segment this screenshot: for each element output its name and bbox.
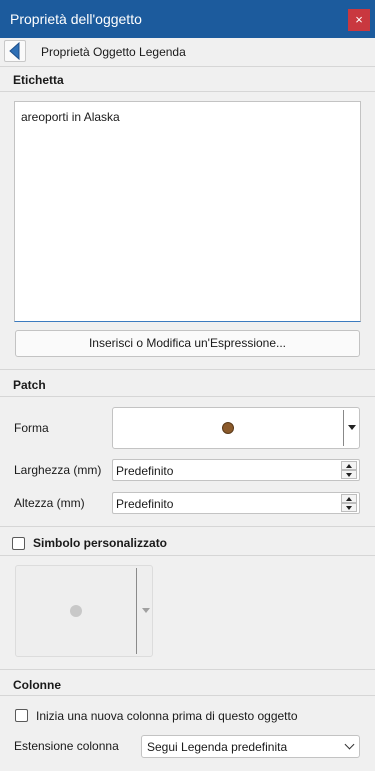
divider (0, 695, 375, 696)
chevron-down-icon (344, 739, 355, 750)
increment-icon[interactable] (341, 494, 357, 503)
custom-symbol-button[interactable] (15, 565, 153, 657)
columns-section-title: Colonne (13, 678, 61, 692)
dropdown-arrow-icon[interactable] (348, 425, 356, 430)
divider (0, 91, 375, 92)
label-section-title: Etichetta (13, 73, 64, 87)
divider (0, 526, 375, 527)
height-spinbox[interactable]: Predefinito (112, 492, 360, 514)
column-extension-select[interactable]: Segui Legenda predefinita (141, 735, 360, 758)
column-extension-value: Segui Legenda predefinita (147, 740, 288, 754)
patch-section-title: Patch (13, 378, 46, 392)
custom-symbol-title: Simbolo personalizzato (33, 536, 168, 550)
window-titlebar: Proprietà dell'oggetto (0, 0, 375, 38)
dropdown-arrow-icon[interactable] (142, 608, 150, 613)
label-text-value: areoporti in Alaska (21, 110, 120, 124)
patch-shape-symbol (222, 422, 234, 434)
window-title: Proprietà dell'oggetto (10, 11, 142, 27)
increment-icon[interactable] (341, 461, 357, 470)
custom-symbol-checkbox[interactable] (12, 537, 25, 550)
decrement-icon[interactable] (341, 470, 357, 479)
label-text-area[interactable]: areoporti in Alaska (14, 101, 361, 322)
column-extension-label: Estensione colonna (14, 739, 119, 753)
divider (0, 555, 375, 556)
divider (0, 66, 375, 67)
combo-divider (136, 568, 137, 654)
shape-combobox[interactable] (112, 407, 360, 449)
width-spinbox[interactable]: Predefinito (112, 459, 360, 481)
shape-label: Forma (14, 421, 49, 435)
back-arrow-icon (9, 41, 20, 61)
panel-title: Proprietà Oggetto Legenda (41, 45, 186, 59)
height-label: Altezza (mm) (14, 496, 85, 510)
close-button[interactable]: × (348, 9, 370, 31)
symbol-preview-icon (70, 605, 82, 617)
width-label: Larghezza (mm) (14, 463, 102, 477)
combo-divider (343, 410, 344, 446)
decrement-icon[interactable] (341, 503, 357, 512)
new-column-checkbox[interactable] (15, 709, 28, 722)
divider (0, 369, 375, 370)
divider (0, 669, 375, 670)
close-icon: × (355, 12, 363, 27)
new-column-label: Inizia una nuova colonna prima di questo… (36, 709, 298, 723)
height-value: Predefinito (116, 497, 174, 511)
width-value: Predefinito (116, 464, 174, 478)
width-stepper[interactable] (341, 461, 357, 479)
back-button[interactable] (4, 40, 26, 62)
insert-expression-button[interactable]: Inserisci o Modifica un'Espressione... (15, 330, 360, 357)
height-stepper[interactable] (341, 494, 357, 512)
divider (0, 396, 375, 397)
